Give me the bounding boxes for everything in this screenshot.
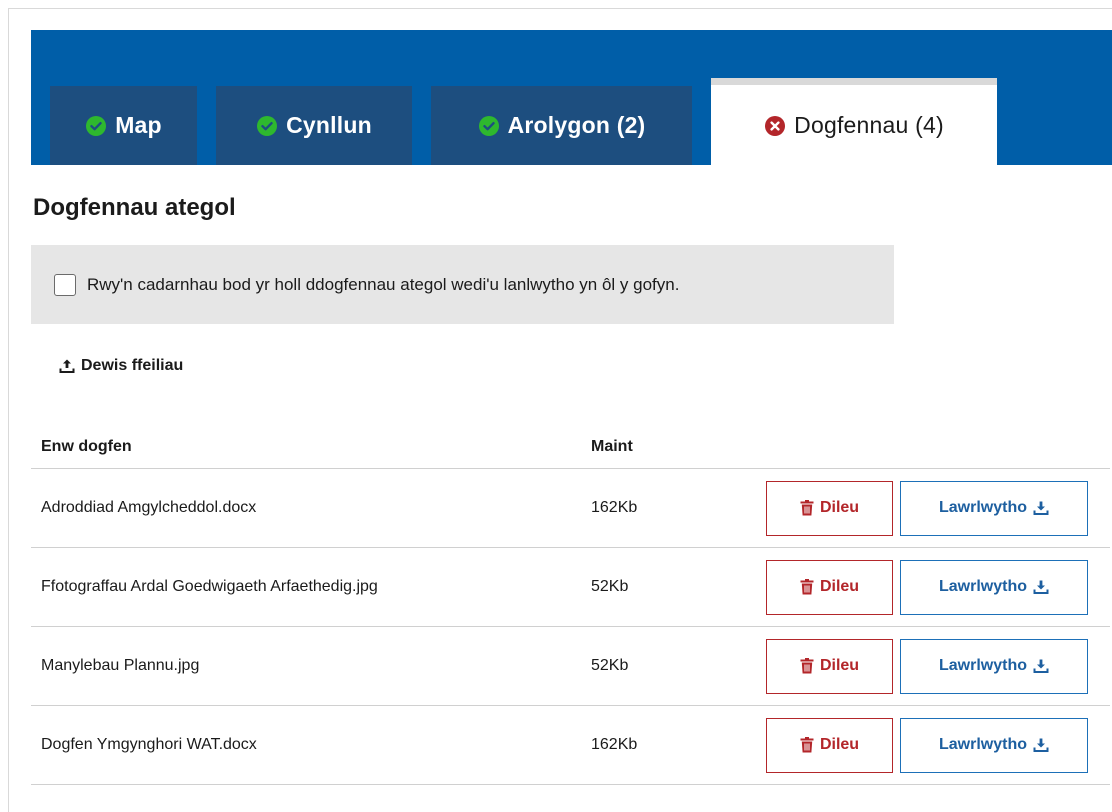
trash-icon [800,500,814,516]
download-label: Lawrlwytho [938,578,1027,595]
trash-icon [800,658,814,674]
document-size: 52Kb [591,547,766,627]
document-size: 162Kb [591,705,766,785]
download-button[interactable]: Lawrlwytho [900,717,1088,773]
column-header-size: Maint [591,425,766,469]
row-actions: Dileu Lawrlwytho [766,705,1110,785]
confirmation-panel: Rwy'n cadarnhau bod yr holl ddogfennau a… [31,245,894,324]
confirm-checkbox[interactable] [54,273,76,296]
download-icon [1033,658,1049,674]
download-label: Lawrlwytho [938,657,1027,674]
section-title: Dogfennau ategol [33,194,236,221]
document-name: Ffotograffau Ardal Goedwigaeth Arfaethed… [31,547,591,627]
delete-label: Dileu [819,578,860,595]
column-header-actions [766,425,1110,469]
row-actions: Dileu Lawrlwytho [766,626,1110,706]
column-header-name: Enw dogfen [31,425,591,469]
delete-button[interactable]: Dileu [766,717,893,773]
upload-icon [59,358,75,374]
trash-icon [800,579,814,595]
download-label: Lawrlwytho [938,499,1027,516]
error-circle-icon [764,115,786,137]
check-circle-icon [256,115,278,137]
row-actions: Dileu Lawrlwytho [766,547,1110,627]
tab-label: Cynllun [286,112,372,138]
row-actions: Dileu Lawrlwytho [766,468,1110,548]
choose-files-label: Dewis ffeiliau [81,357,184,374]
choose-files-button[interactable]: Dewis ffeiliau [59,357,183,375]
table-header-row: Enw dogfen Maint [31,425,1110,469]
tab-arolygon[interactable]: Arolygon (2) [431,86,692,165]
download-button[interactable]: Lawrlwytho [900,480,1088,536]
download-icon [1033,579,1049,595]
tab-map[interactable]: Map [50,86,197,165]
delete-label: Dileu [819,657,860,674]
tab-label: Map [115,112,162,138]
confirm-label[interactable]: Rwy'n cadarnhau bod yr holl ddogfennau a… [87,275,679,295]
download-button[interactable]: Lawrlwytho [900,559,1088,615]
download-icon [1033,500,1049,516]
document-size: 52Kb [591,626,766,706]
table-row: Dogfen Ymgynghori WAT.docx 162Kb Dileu L… [31,705,1110,785]
download-icon [1033,737,1049,753]
table-row: Manylebau Plannu.jpg 52Kb Dileu Lawrlwyt… [31,626,1110,706]
document-size: 162Kb [591,468,766,548]
document-name: Adroddiad Amgylcheddol.docx [31,468,591,548]
check-circle-icon [85,115,107,137]
table-row: Adroddiad Amgylcheddol.docx 162Kb Dileu … [31,468,1110,548]
tab-cynllun[interactable]: Cynllun [216,86,412,165]
tab-label: Dogfennau (4) [794,112,944,138]
delete-button[interactable]: Dileu [766,480,893,536]
download-button[interactable]: Lawrlwytho [900,638,1088,694]
delete-button[interactable]: Dileu [766,638,893,694]
download-label: Lawrlwytho [938,736,1027,753]
delete-label: Dileu [819,736,860,753]
tab-dogfennau[interactable]: Dogfennau (4) [711,78,997,166]
table-row: Ffotograffau Ardal Goedwigaeth Arfaethed… [31,547,1110,627]
tab-label: Arolygon (2) [507,112,646,138]
check-circle-icon [478,115,500,137]
delete-button[interactable]: Dileu [766,559,893,615]
delete-label: Dileu [819,499,860,516]
trash-icon [800,737,814,753]
document-name: Dogfen Ymgynghori WAT.docx [31,705,591,785]
documents-table: Enw dogfen Maint Adroddiad Amgylcheddol.… [31,425,1110,785]
document-name: Manylebau Plannu.jpg [31,626,591,706]
